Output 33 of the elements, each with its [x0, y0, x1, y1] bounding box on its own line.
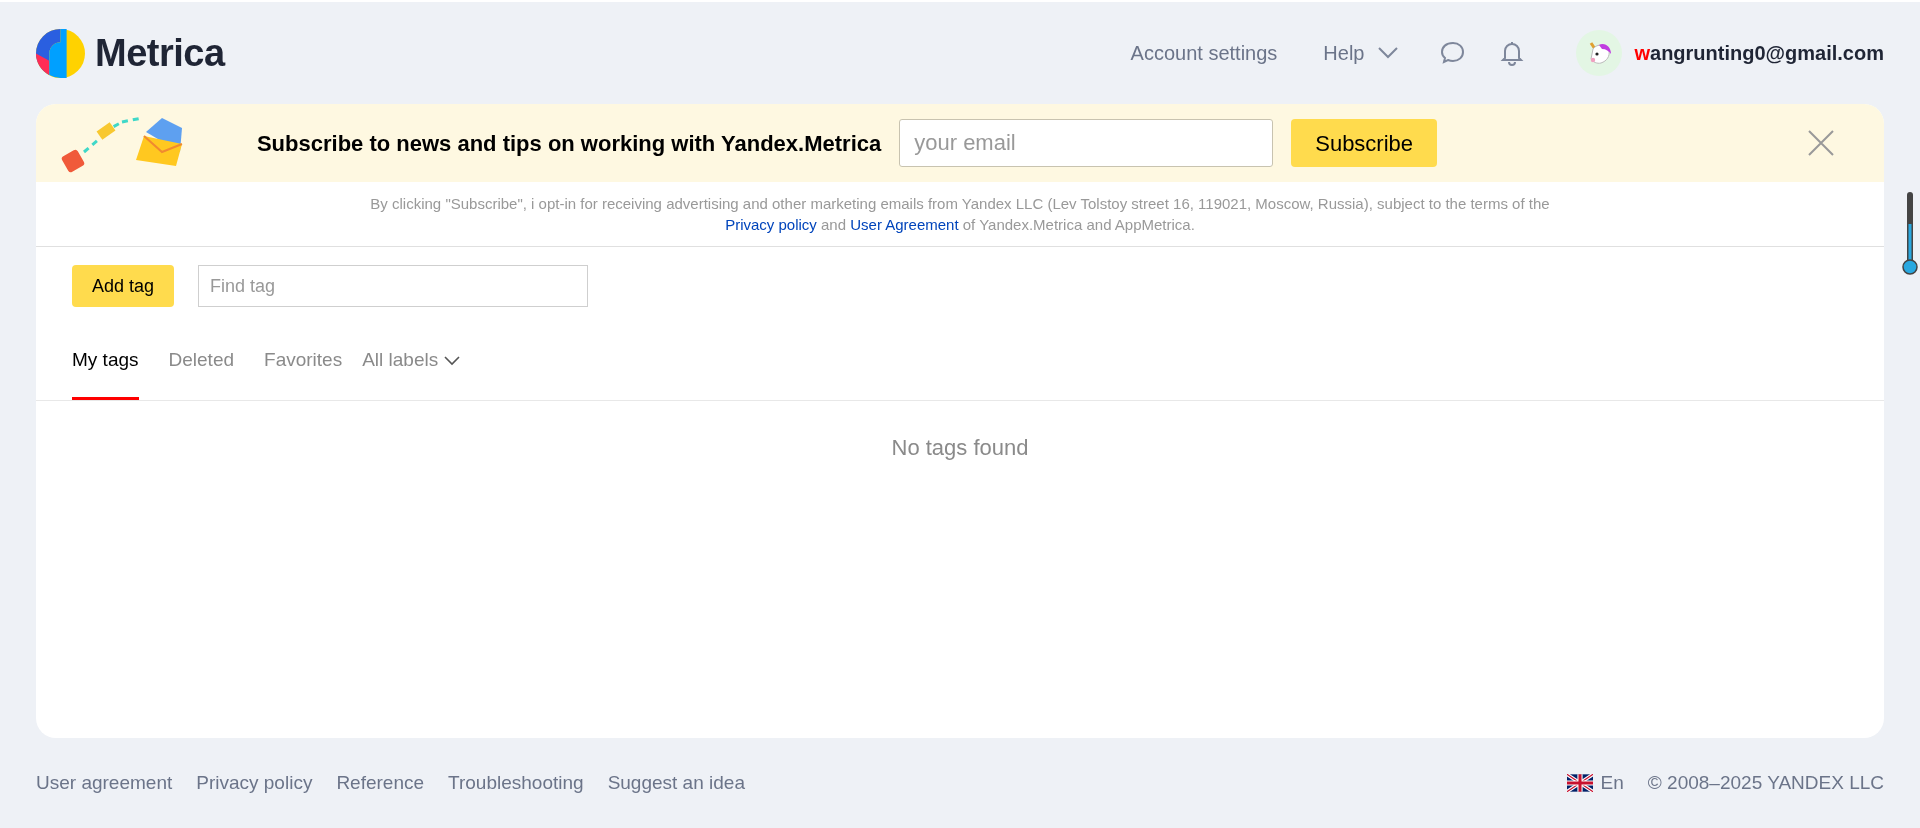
tab[interactable]: Deleted — [168, 344, 235, 400]
labels-dropdown[interactable]: All labels — [362, 344, 461, 400]
find-tag-field[interactable]: Find tag — [198, 265, 589, 307]
thermometer-icon — [1902, 190, 1918, 276]
user-email[interactable]: wangrunting0@gmail.com — [1634, 38, 1884, 68]
email-field[interactable]: your email — [899, 119, 1274, 167]
user-avatar[interactable] — [1576, 30, 1623, 76]
copyright-text: © 2008–2025 YANDEX LLC — [1647, 770, 1884, 795]
empty-state-text: No tags found — [891, 434, 1029, 462]
close-icon[interactable] — [1808, 130, 1834, 156]
consent-text: By clicking "Subscribe", i opt-in for receiving advertising and other marketing emails from Yandex LLC (Lev Tolstoy street 16, 119021, Moscow, Russia), subject to the terms of the Privacy policy and User Agreement of Yandex.Metrica and AppMetrica. — [36, 182, 1884, 247]
footer-link[interactable]: User agreement — [36, 768, 173, 798]
subscribe-button[interactable]: Subscribe — [1291, 119, 1438, 167]
add-tag-button[interactable]: Add tag — [72, 265, 175, 307]
footer-link[interactable]: Privacy policy — [196, 768, 313, 798]
metrica-logo-icon[interactable] — [36, 28, 85, 78]
chevron-down-icon — [444, 355, 461, 366]
banner-title: Subscribe to news and tips on working with Yandex.Metrica — [256, 129, 882, 158]
privacy-policy-link[interactable]: Privacy policy — [725, 216, 817, 233]
uk-flag-icon[interactable] — [1566, 774, 1593, 792]
footer-link[interactable]: Reference — [336, 768, 425, 798]
chat-bubble-icon[interactable] — [1440, 40, 1467, 66]
tab[interactable]: Favorites — [264, 344, 343, 400]
language-selector[interactable]: En — [1600, 768, 1624, 798]
user-agreement-link[interactable]: User Agreement — [850, 216, 959, 233]
notification-bell-icon[interactable] — [1500, 40, 1525, 66]
chevron-down-icon — [1378, 47, 1399, 59]
logo-text[interactable]: Metrica — [95, 24, 225, 82]
footer-link[interactable]: Suggest an idea — [607, 768, 745, 798]
tab[interactable]: My tags — [72, 344, 139, 400]
account-settings-link[interactable]: Account settings — [1130, 38, 1278, 68]
footer-link[interactable]: Troubleshooting — [448, 768, 584, 798]
help-menu[interactable]: Help — [1323, 38, 1399, 68]
